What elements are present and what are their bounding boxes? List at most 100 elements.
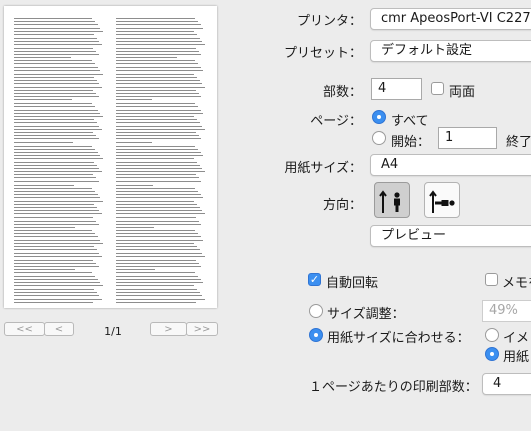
section-popup[interactable]: プレビュー (370, 225, 531, 247)
portrait-orientation-button[interactable] (374, 182, 410, 218)
preview-text-line (116, 301, 197, 303)
preview-text-line (14, 69, 101, 71)
preview-text-line (116, 289, 197, 291)
preview-text-line (14, 226, 75, 228)
fit-paper-radio[interactable] (309, 328, 323, 342)
preview-text-line (116, 259, 197, 261)
preview-text-line (14, 167, 100, 169)
preview-text-line (116, 265, 202, 267)
preview-text-line (14, 132, 94, 133)
preview-text-line (116, 89, 197, 91)
pages-to-label: 終了 (506, 135, 531, 150)
fit-option-1-radio[interactable] (485, 328, 499, 342)
presets-popup[interactable]: デフォルト設定 (370, 40, 531, 62)
preview-text-line (14, 246, 95, 247)
preview-text-line (116, 27, 204, 29)
preview-text-line (14, 292, 97, 294)
preview-text-line (14, 217, 94, 219)
preview-text-line (14, 24, 98, 26)
preview-text-line (116, 151, 201, 153)
printer-popup[interactable]: cmr ApeosPort-VI C2271 (370, 8, 531, 30)
preview-text-line (116, 86, 205, 88)
fit-option-2-radio[interactable] (485, 347, 499, 361)
preview-text-line (14, 50, 96, 52)
preview-text-line (116, 24, 201, 26)
preview-text-line (14, 125, 100, 127)
preview-text-line (14, 148, 95, 150)
presets-label: プリセット： (283, 46, 362, 61)
preview-text-line (14, 109, 98, 111)
preview-text-line (14, 285, 103, 287)
preview-text-line (116, 226, 155, 228)
preview-text-line (116, 83, 203, 85)
preview-text-line (14, 30, 103, 32)
preview-text-line (14, 66, 98, 68)
auto-rotate-checkbox[interactable]: ✓ (308, 273, 321, 286)
scale-field[interactable]: 49% (482, 300, 531, 322)
pages-from-label: 開始： (391, 135, 431, 150)
preview-text-line (14, 181, 99, 183)
scale-radio[interactable] (309, 304, 323, 318)
pages-per-sheet-label: １ページあたりの印刷部数： (309, 380, 478, 395)
preview-text-line (14, 203, 95, 205)
preview-text-line (14, 295, 100, 297)
preview-text-line (14, 128, 103, 130)
preview-text-line (116, 18, 196, 19)
preview-text-line (116, 47, 197, 49)
preview-text-line (14, 119, 95, 121)
preview-text-line (14, 41, 100, 43)
pages-from-radio[interactable] (372, 131, 386, 145)
preview-text-line (116, 30, 195, 32)
paper-size-label: 用紙サイズ： (284, 161, 362, 176)
pages-per-sheet-popup[interactable]: 4 (482, 373, 531, 395)
preview-text-line (116, 122, 200, 124)
previous-page-button[interactable]: < (44, 322, 74, 336)
preview-text-line (14, 92, 96, 94)
preview-text-line (116, 92, 199, 94)
memo-checkbox[interactable] (485, 273, 498, 286)
preview-text-line (14, 239, 101, 241)
next-page-button[interactable]: > (150, 322, 187, 336)
preview-text-line (116, 298, 205, 300)
preview-text-line (14, 105, 95, 107)
preview-text-line (116, 242, 195, 244)
pages-all-label: すべて (391, 114, 429, 129)
preview-text-line (14, 236, 98, 238)
preview-text-line (14, 44, 103, 46)
paper-size-popup[interactable]: A4 (370, 154, 531, 176)
preview-text-line (14, 37, 97, 39)
preview-text-line (14, 298, 103, 300)
preview-text-line (14, 141, 73, 143)
preview-text-line (116, 295, 203, 297)
pages-from-field[interactable]: 1 (438, 127, 497, 149)
last-page-button[interactable]: >> (186, 322, 218, 336)
presets-value: デフォルト設定 (381, 43, 473, 58)
preview-text-line (116, 171, 205, 173)
preview-text-line (14, 89, 94, 91)
preview-text-line (14, 223, 99, 225)
preview-text-line (116, 292, 200, 294)
two-sided-checkbox[interactable] (431, 82, 444, 95)
preview-text-line (116, 63, 198, 65)
preview-text-line (116, 223, 202, 225)
preview-text-line (116, 249, 200, 251)
preview-text-line (116, 105, 198, 107)
preview-text-line (116, 141, 153, 143)
preview-text-line (116, 128, 205, 130)
preview-text-line (116, 50, 199, 52)
pages-all-radio[interactable] (372, 110, 386, 124)
preview-text-line (14, 191, 95, 192)
preview-text-line (116, 155, 204, 157)
copies-label: 部数： (322, 85, 362, 100)
copies-field[interactable]: 4 (371, 78, 422, 100)
preview-text-line (14, 57, 71, 59)
preview-text-line (14, 269, 76, 271)
two-sided-label: 両面 (449, 85, 476, 100)
landscape-orientation-button[interactable] (424, 182, 460, 218)
preview-text-line (14, 116, 103, 118)
preview-text-line (14, 155, 101, 157)
first-page-button[interactable]: << (4, 322, 45, 336)
preview-text-line (14, 33, 95, 35)
preview-text-line (116, 246, 197, 247)
preview-panel: << < 1/1 > >> (0, 0, 226, 431)
